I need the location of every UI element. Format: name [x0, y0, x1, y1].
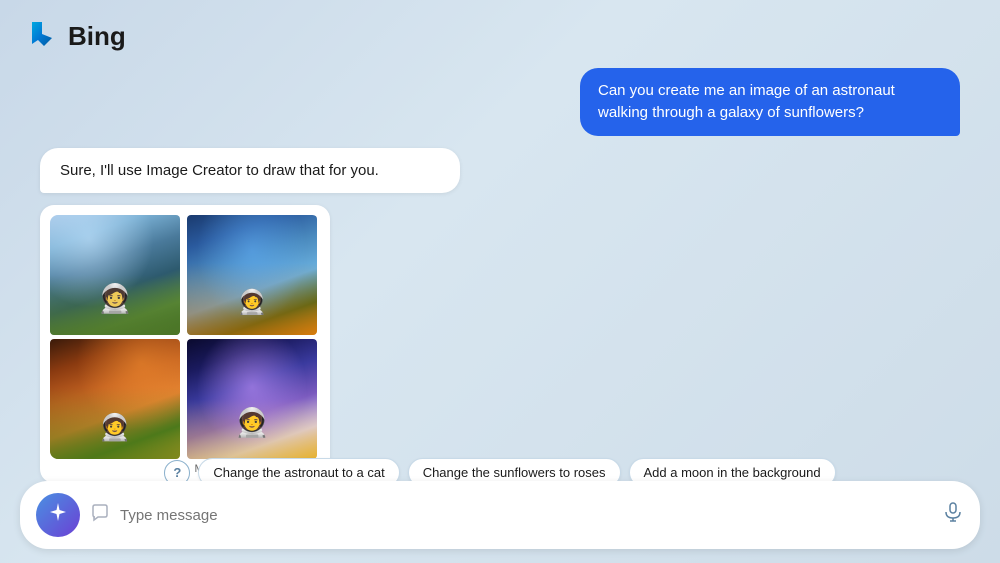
image-grid	[50, 215, 320, 459]
user-message-bubble: Can you create me an image of an astrona…	[580, 68, 960, 136]
message-input[interactable]	[120, 507, 932, 524]
generated-image-3[interactable]	[50, 339, 180, 459]
bot-message-text: Sure, I'll use Image Creator to draw tha…	[60, 162, 379, 179]
bing-logo-text: Bing	[68, 21, 126, 52]
header: Bing	[0, 0, 1000, 54]
user-message-text: Can you create me an image of an astrona…	[598, 82, 895, 121]
spark-button[interactable]	[36, 493, 80, 537]
bing-logo-icon	[24, 18, 60, 54]
generated-image-4[interactable]	[187, 339, 317, 459]
chat-input-icon	[90, 503, 110, 528]
generated-image-1[interactable]	[50, 215, 180, 335]
spark-icon	[47, 501, 69, 529]
bot-message-bubble: Sure, I'll use Image Creator to draw tha…	[40, 148, 460, 193]
help-icon: ?	[173, 465, 181, 480]
input-bar	[20, 481, 980, 549]
chat-area: Can you create me an image of an astrona…	[0, 54, 1000, 483]
bing-logo: Bing	[24, 18, 126, 54]
generated-image-2[interactable]	[187, 215, 317, 335]
mic-button[interactable]	[942, 501, 964, 529]
image-grid-container: Made with Image Creator	[40, 205, 330, 483]
